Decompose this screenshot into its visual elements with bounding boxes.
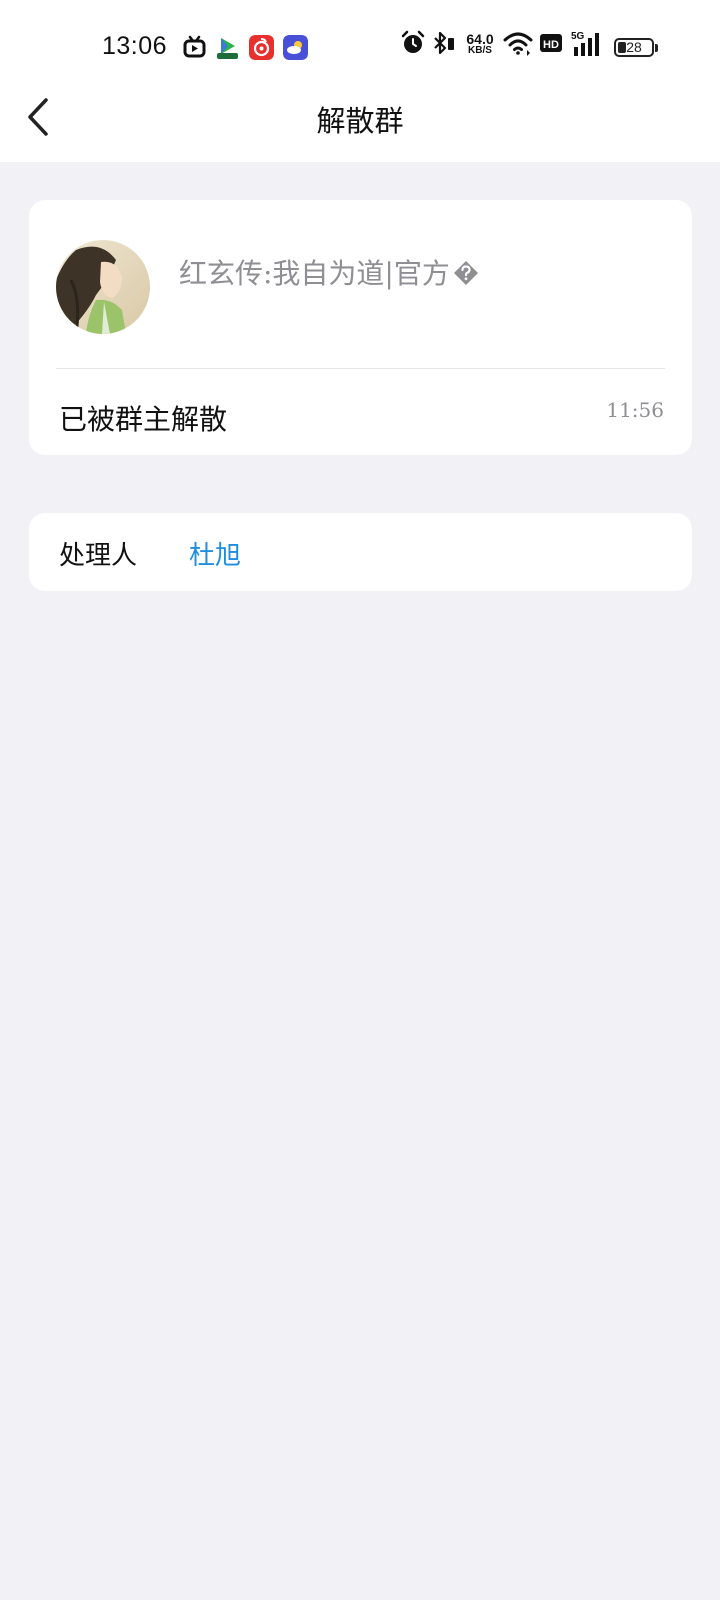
group-name: 红玄传:我自为道|官方 <box>179 252 479 292</box>
network-speed: 64.0 KB/S <box>462 31 498 56</box>
group-name-text: 红玄传:我自为道|官方 <box>179 257 450 290</box>
battery-icon: 28 <box>614 38 654 57</box>
header-bar: 解散群 <box>0 80 720 162</box>
divider <box>56 368 665 369</box>
music-app-icon <box>249 35 274 60</box>
alarm-icon <box>401 30 425 53</box>
avatar-image <box>56 240 150 334</box>
video-app-icon <box>215 35 240 60</box>
handler-card: 处理人 杜旭 <box>29 513 692 591</box>
group-info-card: 红玄传:我自为道|官方 已被群主解散 11:56 <box>29 200 692 455</box>
bluetooth-icon <box>434 31 454 55</box>
unknown-glyph-icon <box>453 261 478 285</box>
group-avatar[interactable] <box>56 240 150 334</box>
handler-name-link[interactable]: 杜旭 <box>189 535 241 572</box>
battery-level: 28 <box>626 39 642 55</box>
wifi-icon <box>503 32 533 56</box>
network-speed-value: 64.0 <box>466 31 494 47</box>
status-bar: 13:06 64.0 KB/S HD 5G 28 <box>0 0 720 80</box>
hd-icon: HD <box>540 34 562 52</box>
handler-label: 处理人 <box>59 541 138 571</box>
dissolve-notice: 已被群主解散 <box>59 403 228 436</box>
5g-signal-icon: 5G <box>571 31 599 56</box>
weather-app-icon <box>283 35 308 60</box>
page-title: 解散群 <box>316 104 404 138</box>
screen: 13:06 64.0 KB/S HD 5G 28 解散群 红玄传:我自为道|官方… <box>0 0 720 1600</box>
svg-text:5G: 5G <box>571 31 585 42</box>
tv-app-icon <box>183 35 206 58</box>
dissolve-time: 11:56 <box>606 398 664 422</box>
status-time: 13:06 <box>102 32 168 60</box>
battery-tip <box>655 44 658 52</box>
svg-text:HD: HD <box>543 39 559 51</box>
